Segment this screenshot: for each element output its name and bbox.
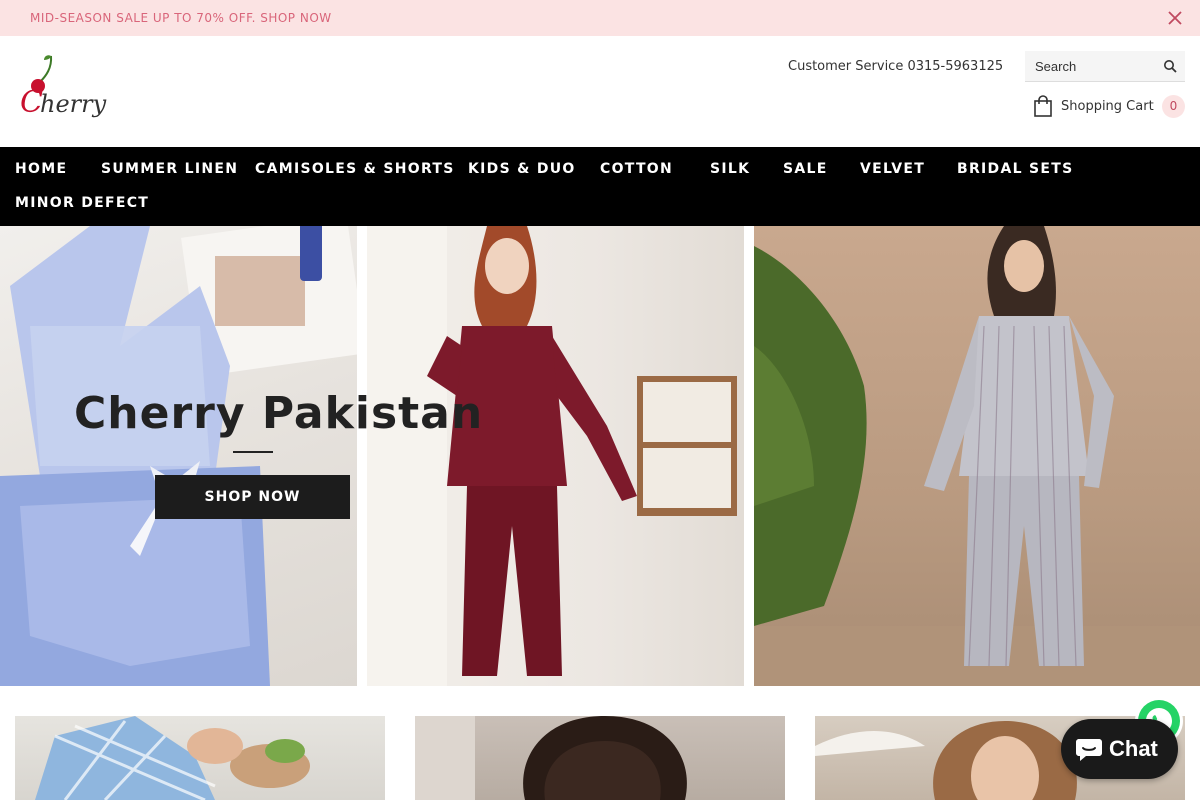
velvet-set-image <box>367 226 737 686</box>
close-icon[interactable] <box>1166 9 1184 27</box>
hero-banner: Cherry Pakistan SHOP NOW <box>0 226 1200 686</box>
nav-item-silk[interactable]: SILK <box>710 161 750 177</box>
hero-image-striped-set <box>754 226 1200 686</box>
hero-title-underline <box>233 451 273 453</box>
shopping-cart-button[interactable]: Shopping Cart 0 <box>1033 95 1185 119</box>
nav-item-camisoles-shorts[interactable]: CAMISOLES & SHORTS <box>255 161 455 177</box>
cart-count-badge: 0 <box>1162 95 1185 118</box>
nav-item-velvet[interactable]: VELVET <box>860 161 925 177</box>
site-header: C herry Customer Service 0315-5963125 Sh… <box>0 36 1200 147</box>
category-card-2[interactable] <box>415 716 785 800</box>
cart-label: Shopping Cart <box>1061 99 1154 114</box>
chat-label: Chat <box>1109 736 1158 761</box>
category-image-curly-hair <box>415 716 687 800</box>
hero-image-camisole-set <box>0 226 357 686</box>
nav-item-sale[interactable]: SALE <box>783 161 828 177</box>
nav-item-kids-duo[interactable]: KIDS & DUO <box>468 161 576 177</box>
shopping-bag-icon <box>1034 95 1052 117</box>
hero-image-velvet-set <box>367 226 744 686</box>
search-icon[interactable] <box>1163 59 1177 73</box>
nav-item-home[interactable]: HOME <box>15 161 67 177</box>
chat-bubble-icon <box>1076 739 1102 761</box>
hero-shop-now-button[interactable]: SHOP NOW <box>155 475 350 519</box>
search-input[interactable] <box>1025 51 1155 81</box>
striped-set-image <box>754 226 1200 686</box>
announcement-link[interactable]: MID-SEASON SALE UP TO 70% OFF. SHOP NOW <box>30 11 332 25</box>
hero-title: Cherry Pakistan <box>74 388 484 439</box>
announcement-bar: MID-SEASON SALE UP TO 70% OFF. SHOP NOW <box>0 0 1200 36</box>
chat-button[interactable]: Chat <box>1061 719 1178 779</box>
nav-item-summer-linen[interactable]: SUMMER LINEN <box>101 161 238 177</box>
cherry-logo[interactable]: C herry <box>18 52 118 124</box>
nav-item-bridal-sets[interactable]: BRIDAL SETS <box>957 161 1074 177</box>
main-navigation: HOME SUMMER LINEN CAMISOLES & SHORTS KID… <box>0 147 1200 226</box>
nav-item-cotton[interactable]: COTTON <box>600 161 673 177</box>
category-image-gingham <box>35 716 310 800</box>
nav-item-minor-defect[interactable]: MINOR DEFECT <box>15 195 149 211</box>
search-box <box>1025 51 1185 82</box>
svg-text:herry: herry <box>40 90 107 118</box>
customer-service-text: Customer Service 0315-5963125 <box>788 59 1004 74</box>
category-card-1[interactable] <box>15 716 385 800</box>
camisole-set-image <box>0 226 357 686</box>
